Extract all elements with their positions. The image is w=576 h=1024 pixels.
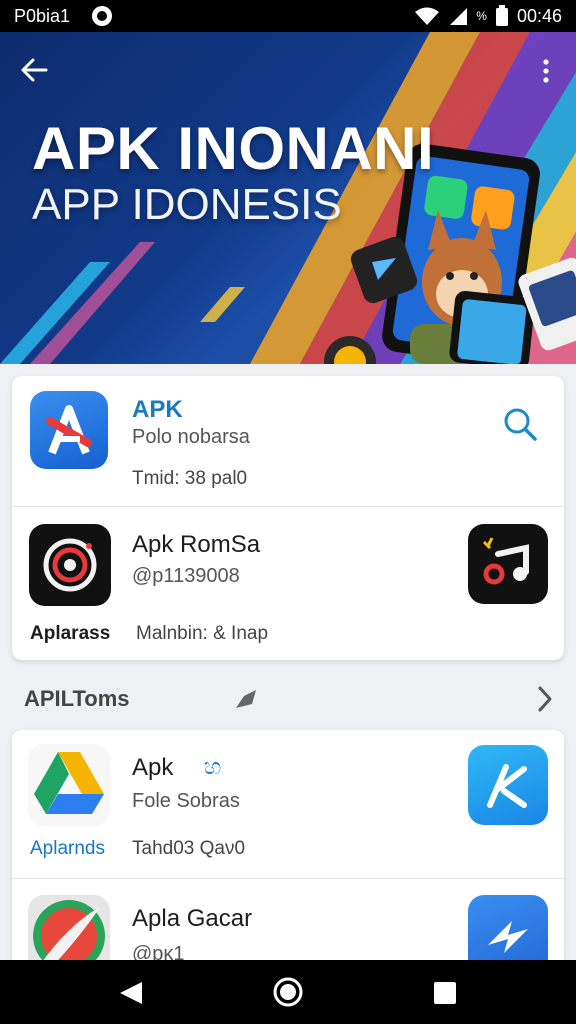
back-arrow-icon[interactable] xyxy=(18,54,50,86)
battery-percent-label: % xyxy=(476,9,487,23)
search-icon[interactable] xyxy=(500,404,540,444)
pin-icon xyxy=(236,690,256,708)
section-header[interactable]: APILToms xyxy=(24,682,558,718)
hero-banner: APK INONANI APP IDONESIS xyxy=(0,32,576,364)
section-apps-card: Apk හ Fole Sobras Aplarnds Tahd03 Qaν0 A… xyxy=(12,730,564,970)
battery-icon xyxy=(495,5,508,26)
chevron-right-icon[interactable] xyxy=(534,684,556,714)
app-developer: Fole Sobras xyxy=(132,790,240,812)
app-name: APK xyxy=(132,396,183,423)
back-nav-icon[interactable] xyxy=(116,980,144,1006)
app-name: Apla Gacar xyxy=(132,905,253,932)
flash-app-icon[interactable] xyxy=(468,895,548,970)
app-meta: Malnbin: & Inap xyxy=(136,623,269,644)
wifi-icon xyxy=(415,7,440,25)
list-item-apla-gacar[interactable]: Apla Gacar @pκ1 xyxy=(12,879,564,970)
section-title: APILToms xyxy=(24,686,130,711)
app-meta: Tmid: 38 pal0 xyxy=(132,468,248,489)
rocket-app-icon xyxy=(28,895,110,970)
app-store-icon[interactable] xyxy=(468,745,548,825)
app-category-tag: Aplarass xyxy=(30,623,111,644)
app-name: Apk xyxy=(132,754,174,781)
recents-nav-icon[interactable] xyxy=(432,980,458,1006)
music-app-icon[interactable] xyxy=(468,524,548,604)
more-options-icon[interactable] xyxy=(534,56,558,86)
app-category-tag: Aplarnds xyxy=(30,838,105,859)
app-developer: Polo nobarsa xyxy=(132,426,250,448)
list-item-apk-2[interactable]: Apk හ Fole Sobras Aplarnds Tahd03 Qaν0 xyxy=(12,730,564,878)
signal-icon xyxy=(450,8,468,25)
apk-app-icon xyxy=(30,391,108,469)
hero-title: APK INONANI xyxy=(32,115,435,182)
app-handle: @p1139008 xyxy=(132,565,240,587)
app-notification-icon xyxy=(92,6,113,26)
camera-app-icon xyxy=(29,524,111,606)
app-badge: හ xyxy=(204,754,222,779)
carrier-text: P0bia1 xyxy=(14,5,71,26)
navigation-bar xyxy=(0,960,576,1024)
clock-text: 00:46 xyxy=(516,5,562,26)
drive-app-icon xyxy=(28,744,110,826)
home-nav-icon[interactable] xyxy=(272,976,304,1008)
list-item-apk-romsa[interactable]: Apk RomSa @p1139008 Aplarass Malnbin: & … xyxy=(12,507,564,660)
list-item-apk[interactable]: APK Polo nobarsa Tmid: 38 pal0 xyxy=(12,376,564,506)
app-meta: Tahd03 Qaν0 xyxy=(132,838,246,859)
hero-subtitle: APP IDONESIS xyxy=(32,180,342,229)
app-name: Apk RomSa xyxy=(132,531,261,558)
featured-apps-card: APK Polo nobarsa Tmid: 38 pal0 Apk RomSa… xyxy=(12,376,564,660)
status-bar: P0bia1 % 00:46 xyxy=(0,0,576,32)
